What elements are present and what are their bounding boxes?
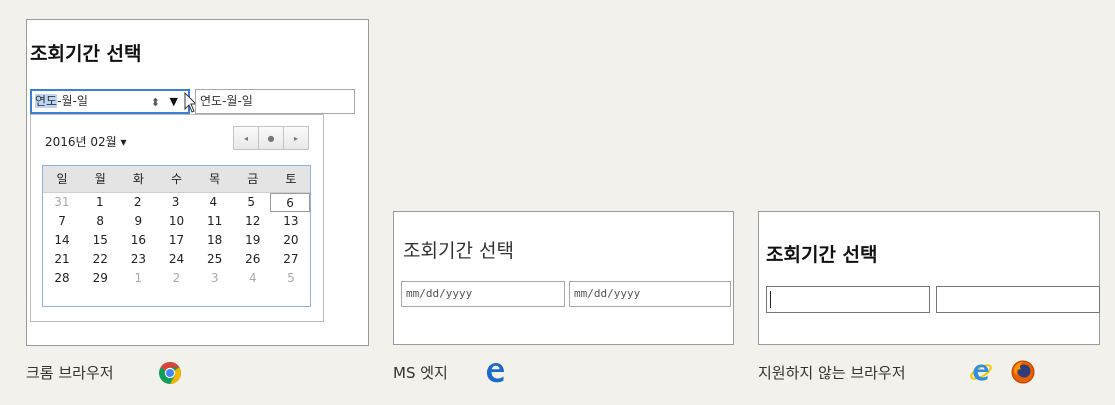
day-cell[interactable]: 2 [157, 269, 195, 288]
unsupported-start-text-input[interactable] [766, 286, 930, 313]
caret-down-icon: ▾ [120, 135, 127, 149]
spinner-icon[interactable]: ⬍ [151, 92, 160, 113]
day-cell[interactable]: 1 [81, 193, 119, 212]
day-segment[interactable]: 일 [77, 94, 88, 108]
year-segment[interactable]: 연도 [35, 94, 58, 108]
weekday-label: 월 [94, 172, 106, 186]
dropdown-arrow-icon[interactable]: ▼ [170, 91, 178, 112]
edge-panel-title: 조회기간 선택 [403, 240, 514, 262]
weekday-label: 수 [170, 172, 183, 186]
weekday-label: 토 [285, 172, 297, 186]
day-cell[interactable]: 5 [272, 269, 310, 288]
calendar-nav: ◂ ● ▸ [233, 126, 309, 150]
weekday-label: 화 [132, 172, 144, 186]
unsupported-end-text-input[interactable] [936, 286, 1100, 313]
day-cell[interactable]: 4 [194, 193, 232, 212]
day-cell[interactable]: 8 [81, 212, 119, 231]
day-cell[interactable]: 2 [119, 193, 157, 212]
day-cell[interactable]: 29 [81, 269, 119, 288]
edge-caption: MS 엣지 [393, 364, 448, 382]
calendar-popup: 2016년 02월 ▾ ◂ ● ▸ 일 월 화 수 목 금 토 31 1 2 3… [30, 114, 324, 322]
edge-start-date-input[interactable]: mm/dd/yyyy [401, 281, 565, 307]
today-button[interactable]: ● [258, 126, 284, 150]
chrome-start-date-input[interactable]: 연도-월-일 ⬍ ▼ [30, 89, 190, 114]
day-cell[interactable]: 28 [43, 269, 81, 288]
internet-explorer-logo-icon [970, 364, 992, 381]
month-label: 2016년 02월 [45, 135, 117, 149]
day-cell[interactable]: 12 [234, 212, 272, 231]
day-cell[interactable]: 26 [234, 250, 272, 269]
day-cell[interactable]: 27 [272, 250, 310, 269]
day-cell[interactable]: 7 [43, 212, 81, 231]
day-cell[interactable]: 11 [196, 212, 234, 231]
prev-month-button[interactable]: ◂ [233, 126, 259, 150]
day-cell[interactable]: 14 [43, 231, 81, 250]
weekday-label: 일 [56, 172, 68, 186]
month-selector[interactable]: 2016년 02월 ▾ [45, 133, 127, 150]
day-cell[interactable]: 15 [81, 231, 119, 250]
day-cell[interactable]: 22 [81, 250, 119, 269]
edge-end-date-input[interactable]: mm/dd/yyyy [569, 281, 731, 307]
weekday-header: 일 월 화 수 목 금 토 [43, 166, 310, 193]
day-cell[interactable]: 19 [234, 231, 272, 250]
day-cell[interactable]: 3 [157, 193, 195, 212]
unsupported-panel-title: 조회기간 선택 [766, 244, 878, 266]
calendar-grid: 일 월 화 수 목 금 토 31 1 2 3 4 5 6 7 8 9 10 11… [42, 165, 311, 307]
chrome-end-date-input[interactable]: 연도-월-일 [195, 89, 355, 114]
day-cell[interactable]: 16 [119, 231, 157, 250]
month-segment[interactable]: 월 [61, 94, 72, 108]
week-row: 21 22 23 24 25 26 27 [43, 250, 310, 269]
chrome-panel-title: 조회기간 선택 [30, 43, 142, 65]
next-month-button[interactable]: ▸ [283, 126, 309, 150]
day-cell[interactable]: 1 [119, 269, 157, 288]
day-cell[interactable]: 10 [157, 212, 195, 231]
week-row: 31 1 2 3 4 5 6 [43, 193, 311, 212]
unsupported-demo-panel [758, 211, 1100, 345]
week-row: 28 29 1 2 3 4 5 [43, 269, 310, 288]
weekday-label: 목 [209, 172, 221, 186]
day-cell[interactable]: 25 [196, 250, 234, 269]
day-cell[interactable]: 17 [157, 231, 195, 250]
day-cell[interactable]: 23 [119, 250, 157, 269]
edge-demo-panel [393, 211, 734, 345]
day-cell[interactable]: 20 [272, 231, 310, 250]
weekday-label: 금 [247, 172, 259, 186]
day-cell[interactable]: 21 [43, 250, 81, 269]
text-caret [770, 291, 771, 308]
day-cell[interactable]: 5 [232, 193, 270, 212]
day-cell[interactable]: 9 [119, 212, 157, 231]
day-cell[interactable]: 3 [196, 269, 234, 288]
week-row: 7 8 9 10 11 12 13 [43, 212, 310, 231]
day-cell[interactable]: 4 [234, 269, 272, 288]
day-cell[interactable]: 13 [272, 212, 310, 231]
day-cell[interactable]: 18 [196, 231, 234, 250]
edge-logo-icon [487, 363, 504, 383]
chrome-logo-icon [159, 362, 181, 384]
day-cell[interactable]: 31 [43, 193, 81, 212]
unsupported-caption: 지원하지 않는 브라우저 [758, 364, 906, 382]
week-row: 14 15 16 17 18 19 20 [43, 231, 310, 250]
day-cell-today[interactable]: 6 [270, 193, 311, 212]
chrome-caption: 크롬 브라우저 [26, 364, 114, 382]
day-cell[interactable]: 24 [157, 250, 195, 269]
firefox-logo-icon [1011, 360, 1035, 384]
